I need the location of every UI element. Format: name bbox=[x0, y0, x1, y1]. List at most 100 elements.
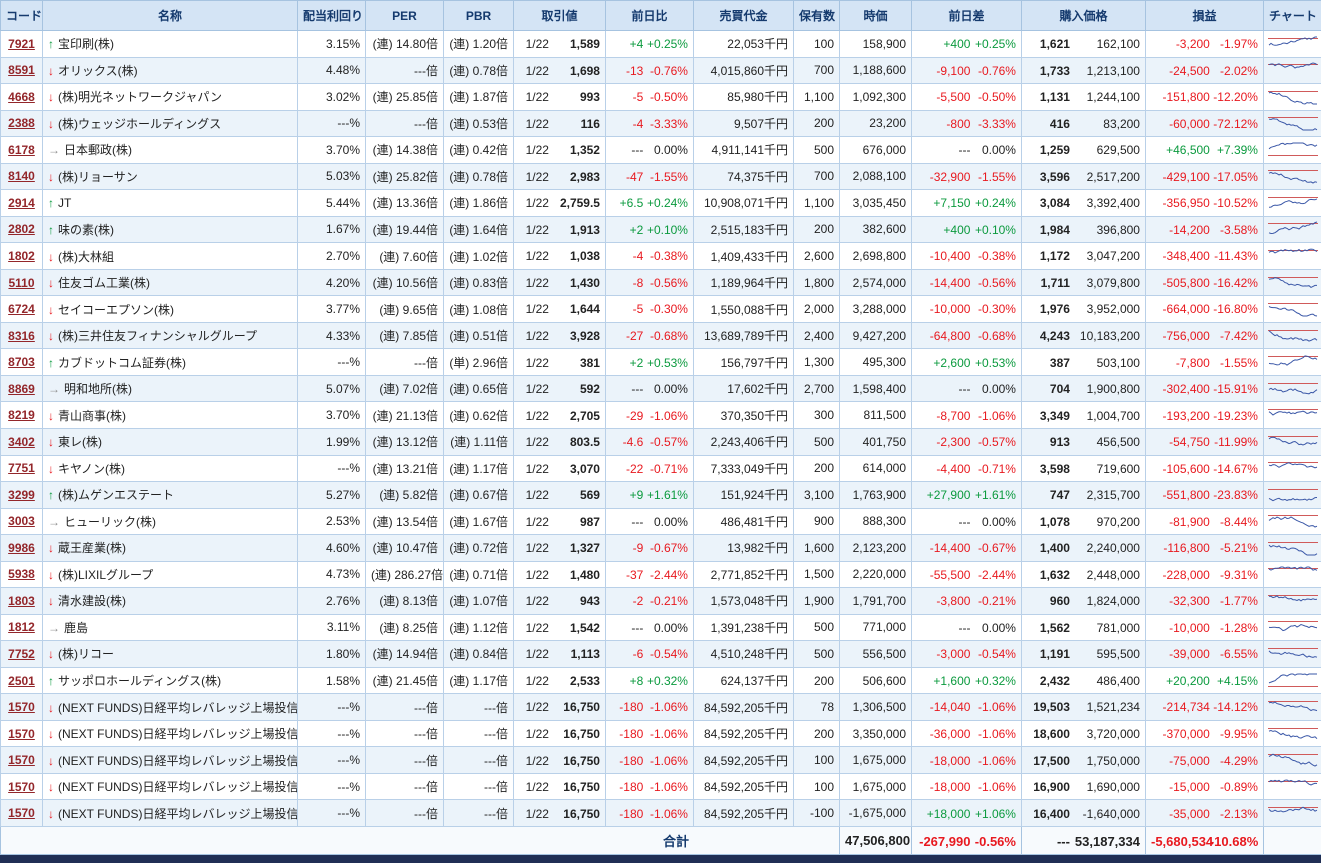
stock-name: ヒューリック(株) bbox=[64, 515, 156, 529]
stock-name: 青山商事(株) bbox=[58, 409, 126, 423]
stock-code-link[interactable]: 1570 bbox=[8, 753, 35, 767]
purchase-total: -1,640,000 bbox=[1070, 807, 1140, 821]
profit-loss-percent: -1.28% bbox=[1210, 621, 1258, 635]
day-change-cell: -47-1.55% bbox=[606, 163, 694, 190]
profit-loss: -551,800 bbox=[1151, 488, 1210, 502]
market-value: 2,123,200 bbox=[840, 535, 912, 562]
profit-loss: -14,200 bbox=[1151, 223, 1210, 237]
stock-code-link[interactable]: 5110 bbox=[8, 276, 34, 290]
stock-code-link[interactable]: 1570 bbox=[8, 700, 35, 714]
day-change-cell: -6-0.54% bbox=[606, 641, 694, 668]
purchase-cell: 3,3491,004,700 bbox=[1022, 402, 1146, 429]
stock-code-link[interactable]: 1803 bbox=[8, 594, 35, 608]
trade-price: 1,113 bbox=[549, 647, 600, 661]
stock-code-link[interactable]: 3299 bbox=[8, 488, 35, 502]
per-value: (連) 13.12倍 bbox=[366, 428, 444, 455]
trading-value: 84,592,205千円 bbox=[694, 747, 794, 774]
profit-loss: +46,500 bbox=[1151, 143, 1210, 157]
profit-loss-percent: -6.55% bbox=[1210, 647, 1258, 661]
purchase-price: 3,349 bbox=[1027, 409, 1070, 423]
purchase-total: 486,400 bbox=[1070, 674, 1140, 688]
purchase-total: 3,952,000 bbox=[1070, 302, 1140, 316]
trading-value: 13,689,789千円 bbox=[694, 322, 794, 349]
dividend-yield: ---% bbox=[298, 110, 366, 137]
profit-loss-percent: -9.31% bbox=[1210, 568, 1258, 582]
dividend-yield: 5.27% bbox=[298, 482, 366, 509]
stock-code-link[interactable]: 1812 bbox=[8, 620, 35, 634]
market-value: 1,791,700 bbox=[840, 588, 912, 615]
stock-code-link[interactable]: 8869 bbox=[8, 382, 35, 396]
trade-price: 2,983 bbox=[549, 170, 600, 184]
day-change-cell: -180-1.06% bbox=[606, 773, 694, 800]
profit-loss-percent: -16.42% bbox=[1210, 276, 1258, 290]
per-value: (連) 14.80倍 bbox=[366, 31, 444, 58]
market-value: 382,600 bbox=[840, 216, 912, 243]
stock-code-link[interactable]: 7752 bbox=[8, 647, 35, 661]
stock-code-link[interactable]: 1570 bbox=[8, 727, 35, 741]
pbr-value: (連) 1.67倍 bbox=[444, 508, 514, 535]
trading-value: 1,573,048千円 bbox=[694, 588, 794, 615]
stock-code-link[interactable]: 8140 bbox=[8, 169, 35, 183]
sparkline-chart bbox=[1264, 773, 1321, 800]
stock-code-link[interactable]: 5938 bbox=[8, 567, 35, 581]
trade-price-cell: 1/223,928 bbox=[514, 322, 606, 349]
stock-code-link[interactable]: 8219 bbox=[8, 408, 35, 422]
stock-code-link[interactable]: 9986 bbox=[8, 541, 35, 555]
profit-loss-cell: -348,400-11.43% bbox=[1146, 243, 1264, 270]
purchase-price: 1,259 bbox=[1027, 143, 1070, 157]
purchase-cell: 16,400-1,640,000 bbox=[1022, 800, 1146, 827]
stock-code-link[interactable]: 4668 bbox=[8, 90, 35, 104]
purchase-price: 3,596 bbox=[1027, 170, 1070, 184]
market-value: 1,092,300 bbox=[840, 84, 912, 111]
day-value-diff: --- bbox=[917, 143, 970, 157]
stock-code-link[interactable]: 2802 bbox=[8, 222, 35, 236]
day-change-cell: -180-1.06% bbox=[606, 694, 694, 721]
sparkline-chart bbox=[1264, 57, 1321, 84]
day-value-diff: +18,000 bbox=[917, 807, 970, 821]
sparkline-chart bbox=[1264, 588, 1321, 615]
day-diff-cell: -2,300-0.57% bbox=[912, 428, 1022, 455]
day-change-cell: ---0.00% bbox=[606, 137, 694, 164]
stock-code-link[interactable]: 1570 bbox=[8, 780, 35, 794]
stock-code-link[interactable]: 2501 bbox=[8, 674, 35, 688]
purchase-price: 1,172 bbox=[1027, 249, 1070, 263]
stock-code-cell: 8869 bbox=[1, 375, 43, 402]
trend-down-icon: ↓ bbox=[48, 409, 54, 423]
stock-code-link[interactable]: 6178 bbox=[8, 143, 35, 157]
trend-up-icon: ↑ bbox=[48, 196, 54, 210]
purchase-price: 913 bbox=[1027, 435, 1070, 449]
stock-code-link[interactable]: 8703 bbox=[8, 355, 35, 369]
stock-code-link[interactable]: 2914 bbox=[8, 196, 35, 210]
stock-code-link[interactable]: 3402 bbox=[8, 435, 35, 449]
day-change: +9 bbox=[611, 488, 643, 502]
stock-code-link[interactable]: 8591 bbox=[8, 63, 35, 77]
stock-code-cell: 3003 bbox=[1, 508, 43, 535]
stock-code-link[interactable]: 1802 bbox=[8, 249, 35, 263]
purchase-price: 1,976 bbox=[1027, 302, 1070, 316]
trade-date: 1/22 bbox=[519, 382, 549, 396]
profit-loss-cell: -356,950-10.52% bbox=[1146, 190, 1264, 217]
profit-loss-percent: -4.29% bbox=[1210, 754, 1258, 768]
purchase-price: 1,733 bbox=[1027, 64, 1070, 78]
stock-code-link[interactable]: 1570 bbox=[8, 806, 35, 820]
dividend-yield: 5.03% bbox=[298, 163, 366, 190]
sparkline-chart bbox=[1264, 455, 1321, 482]
stock-code-link[interactable]: 3003 bbox=[8, 514, 35, 528]
stock-row: 4668↓(株)明光ネットワークジャパン3.02%(連) 25.85倍(連) 1… bbox=[1, 84, 1321, 111]
trade-price-cell: 1/221,430 bbox=[514, 269, 606, 296]
stock-code-link[interactable]: 6724 bbox=[8, 302, 35, 316]
day-diff-cell: -64,800-0.68% bbox=[912, 322, 1022, 349]
pbr-value: (連) 0.71倍 bbox=[444, 561, 514, 588]
day-change: -4.6 bbox=[611, 435, 643, 449]
stock-code-link[interactable]: 8316 bbox=[8, 329, 35, 343]
stock-name: (NEXT FUNDS)日経平均レバレッジ上場投信 bbox=[58, 727, 298, 741]
day-diff-cell: -3,800-0.21% bbox=[912, 588, 1022, 615]
day-change-cell: -180-1.06% bbox=[606, 800, 694, 827]
stock-code-link[interactable]: 2388 bbox=[8, 116, 35, 130]
stock-row: 1802↓(株)大林組2.70%(連) 7.60倍(連) 1.02倍1/221,… bbox=[1, 243, 1321, 270]
shares-held: -100 bbox=[794, 800, 840, 827]
stock-code-link[interactable]: 7751 bbox=[8, 461, 35, 475]
trade-price-cell: 1/222,983 bbox=[514, 163, 606, 190]
total-chart-empty-cell bbox=[1264, 827, 1321, 855]
stock-code-link[interactable]: 7921 bbox=[8, 37, 35, 51]
